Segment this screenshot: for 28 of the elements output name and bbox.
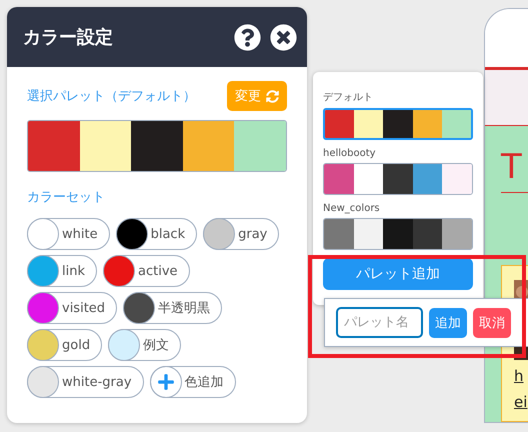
color-chip[interactable]: black bbox=[116, 218, 198, 250]
palette-name: hellobooty bbox=[323, 148, 377, 159]
palette-name: New_colors bbox=[323, 203, 381, 214]
palette-strip[interactable] bbox=[323, 163, 473, 195]
refresh-icon bbox=[266, 90, 279, 102]
palette-strip[interactable] bbox=[323, 218, 473, 250]
color-chip[interactable]: 半透明黒 bbox=[123, 292, 222, 324]
color-chip[interactable]: white-gray bbox=[27, 366, 144, 398]
preview-link[interactable]: h bbox=[514, 366, 528, 386]
add-color-button[interactable]: 色追加 bbox=[150, 366, 236, 398]
close-icon[interactable] bbox=[270, 24, 297, 50]
color-chip[interactable]: active bbox=[103, 255, 190, 287]
selected-palette-label: 選択パレット（デフォルト） bbox=[27, 88, 196, 105]
color-chip[interactable]: gray bbox=[203, 218, 280, 250]
color-chip[interactable]: white bbox=[27, 218, 110, 250]
palette-name-input[interactable]: パレット名 bbox=[336, 307, 423, 338]
preview-heading: T bbox=[501, 148, 528, 193]
color-chip[interactable]: gold bbox=[27, 329, 102, 361]
color-chip[interactable]: visited bbox=[27, 292, 118, 324]
preview-link[interactable]: ei bbox=[514, 392, 528, 412]
palette-strip[interactable] bbox=[323, 108, 473, 140]
help-icon[interactable] bbox=[234, 24, 261, 50]
palette-name: デフォルト bbox=[323, 91, 374, 104]
panel-title: カラー設定 bbox=[23, 26, 114, 49]
color-chip[interactable]: link bbox=[27, 255, 97, 287]
plus-icon bbox=[150, 366, 182, 398]
color-set-label: カラーセット bbox=[27, 189, 106, 206]
color-chip[interactable]: 例文 bbox=[108, 329, 182, 361]
